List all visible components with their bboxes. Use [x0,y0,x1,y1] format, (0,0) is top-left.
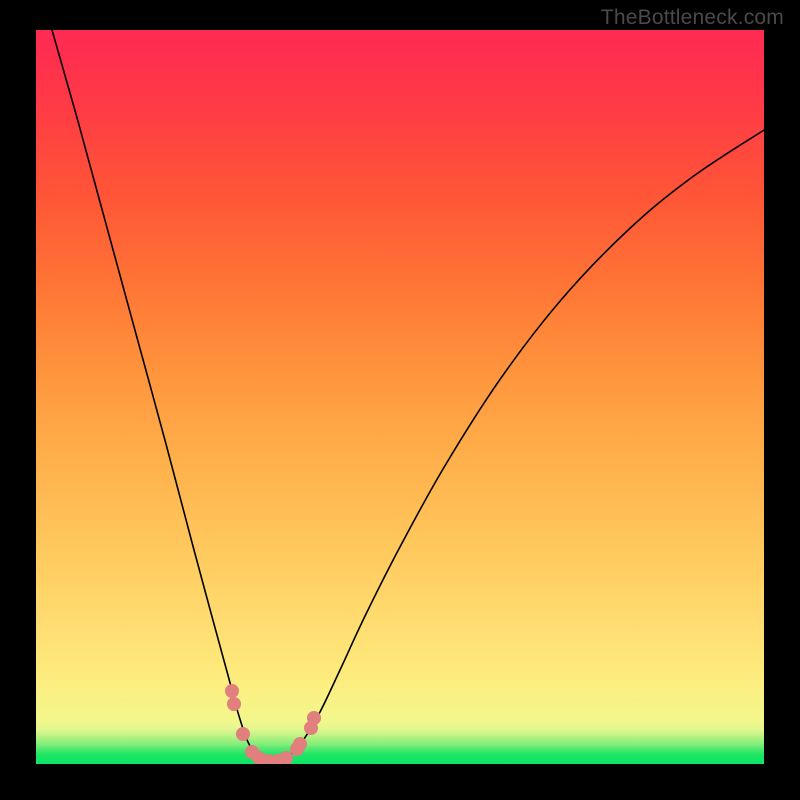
watermark-text: TheBottleneck.com [601,6,784,30]
marker-point [293,737,307,751]
marker-point [279,751,293,764]
markers-group [225,684,321,764]
chart-frame: TheBottleneck.com [0,0,800,800]
plot-area [36,30,764,764]
marker-point [225,684,239,698]
marker-point [307,711,321,725]
marker-point [236,727,250,741]
marker-point [227,697,241,711]
bottleneck-curve [52,30,764,762]
curve-layer [36,30,764,764]
